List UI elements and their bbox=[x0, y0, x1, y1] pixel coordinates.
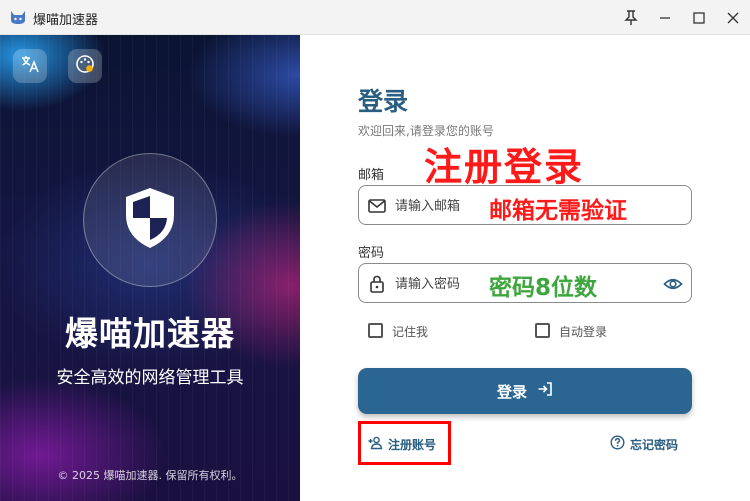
login-title: 登录 bbox=[358, 87, 409, 116]
auto-login-label: 自动登录 bbox=[559, 325, 608, 339]
app-window: 爆喵加速器 爆喵加速器 安全高效的网络管理工具 © 2025 爆喵加速器. 保留… bbox=[0, 0, 750, 501]
palette-icon bbox=[75, 54, 95, 78]
remember-me-checkbox[interactable] bbox=[368, 323, 383, 338]
shield-badge bbox=[83, 153, 217, 287]
login-button-label: 登录 bbox=[496, 383, 527, 401]
minimize-button[interactable] bbox=[648, 0, 682, 35]
cat-logo-icon bbox=[9, 9, 27, 25]
forgot-password-link[interactable]: 忘记密码 bbox=[610, 435, 678, 453]
copyright-text: © 2025 爆喵加速器. 保留所有权利。 bbox=[57, 469, 243, 482]
help-icon bbox=[610, 435, 625, 453]
annotation-password-note: 密码8位数 bbox=[489, 275, 598, 301]
eye-icon[interactable] bbox=[663, 274, 683, 294]
annotation-email-note: 邮箱无需验证 bbox=[489, 198, 627, 224]
annotation-main: 注册登录 bbox=[424, 145, 585, 189]
login-arrow-icon bbox=[537, 381, 553, 401]
remember-me-label: 记住我 bbox=[392, 325, 429, 339]
email-label: 邮箱 bbox=[358, 168, 385, 183]
mail-icon bbox=[367, 196, 387, 216]
brand-title: 爆喵加速器 bbox=[65, 314, 235, 353]
translate-icon bbox=[20, 54, 40, 78]
pin-icon[interactable] bbox=[614, 0, 648, 35]
lock-icon bbox=[367, 274, 387, 294]
forgot-password-label: 忘记密码 bbox=[630, 437, 679, 452]
password-label: 密码 bbox=[358, 246, 385, 261]
theme-button[interactable] bbox=[68, 49, 102, 83]
title-bar: 爆喵加速器 bbox=[0, 0, 750, 35]
auto-login-checkbox[interactable] bbox=[535, 323, 550, 338]
login-button[interactable]: 登录 bbox=[358, 368, 692, 414]
maximize-button[interactable] bbox=[682, 0, 716, 35]
brand-panel: 爆喵加速器 安全高效的网络管理工具 © 2025 爆喵加速器. 保留所有权利。 bbox=[0, 35, 300, 501]
translate-button[interactable] bbox=[13, 49, 47, 83]
brand-subtitle: 安全高效的网络管理工具 bbox=[56, 368, 244, 388]
window-title: 爆喵加速器 bbox=[33, 13, 99, 28]
annotation-highlight-box bbox=[358, 421, 451, 465]
close-button[interactable] bbox=[716, 0, 750, 35]
shield-icon bbox=[122, 185, 178, 255]
